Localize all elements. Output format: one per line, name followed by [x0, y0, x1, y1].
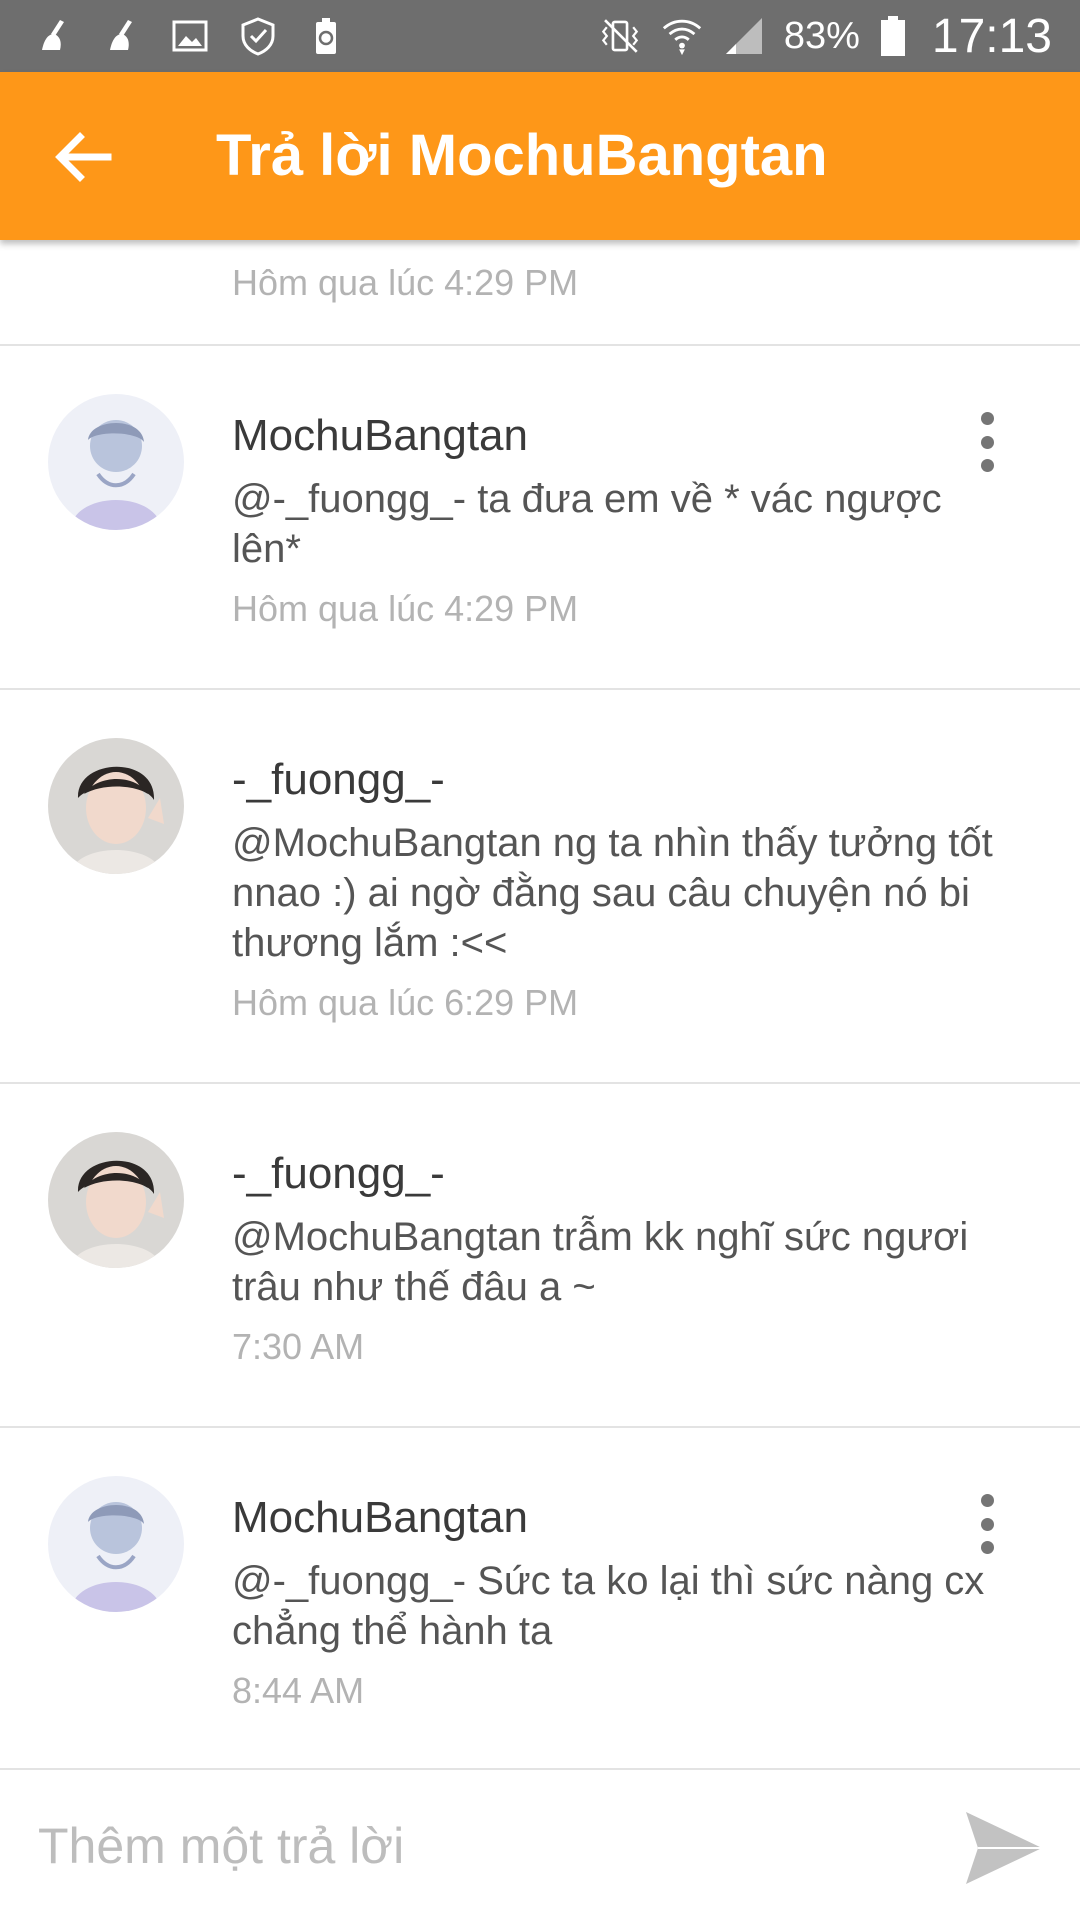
battery-percent: 83% [783, 14, 860, 57]
comment-username[interactable]: MochuBangtan [232, 408, 1020, 464]
battery-saver-icon [304, 14, 348, 58]
reply-input[interactable] [36, 1800, 920, 1892]
app-bar: Trả lời MochuBangtan [0, 72, 1080, 240]
signal-icon [722, 14, 766, 58]
comment-time: 8:44 AM [232, 1670, 365, 1711]
vibrate-icon [598, 14, 642, 58]
more-options-icon[interactable] [972, 412, 1002, 472]
arrow-left-icon[interactable] [50, 122, 120, 192]
status-bar: 83% 17:13 [0, 0, 1080, 72]
cleaner-icon [100, 14, 144, 58]
send-icon[interactable] [962, 1806, 1046, 1890]
comment-item: -_fuongg_- @MochuBangtan trẫm kk nghĩ sứ… [0, 1084, 1080, 1428]
comment-username[interactable]: -_fuongg_- [232, 1146, 1020, 1202]
cleaner-icon [32, 14, 76, 58]
comment-text: @-_fuongg_- Sức ta ko lại thì sức nàng c… [232, 1559, 985, 1653]
avatar[interactable] [48, 1132, 184, 1268]
shield-icon [236, 14, 280, 58]
comment-text: @-_fuongg_- ta đưa em về * vác ngược lên… [232, 477, 942, 571]
comment-text: @MochuBangtan ng ta nhìn thấy tưởng tốt … [232, 821, 993, 965]
comment-item: MochuBangtan @-_fuongg_- ta đưa em về * … [0, 346, 1080, 690]
comment-item: -_fuongg_- @MochuBangtan ng ta nhìn thấy… [0, 690, 1080, 1084]
battery-icon [878, 14, 908, 58]
comment-username[interactable]: MochuBangtan [232, 1490, 1020, 1546]
comment-time: 7:30 AM [232, 1326, 365, 1367]
gallery-icon [168, 14, 212, 58]
avatar[interactable] [48, 738, 184, 874]
list-item: Hôm qua lúc 4:29 PM [0, 240, 1080, 346]
comment-text: @MochuBangtan trẫm kk nghĩ sức ngươi trâ… [232, 1215, 969, 1309]
comment-time: Hôm qua lúc 6:29 PM [232, 982, 579, 1023]
comment-time: Hôm qua lúc 4:29 PM [232, 588, 579, 629]
comment-item: MochuBangtan @-_fuongg_- Sức ta ko lại t… [0, 1428, 1080, 1772]
more-options-icon[interactable] [972, 1494, 1002, 1554]
page-title: Trả lời MochuBangtan [216, 123, 828, 188]
avatar[interactable] [48, 394, 184, 530]
comment-username[interactable]: -_fuongg_- [232, 752, 1020, 808]
wifi-icon [660, 14, 704, 58]
reply-bar [0, 1768, 1080, 1922]
clock: 17:13 [931, 9, 1052, 63]
comment-time: Hôm qua lúc 4:29 PM [232, 262, 579, 303]
avatar[interactable] [48, 1476, 184, 1612]
comment-list[interactable]: Hôm qua lúc 4:29 PM MochuBangtan @-_fuon… [0, 240, 1080, 1772]
